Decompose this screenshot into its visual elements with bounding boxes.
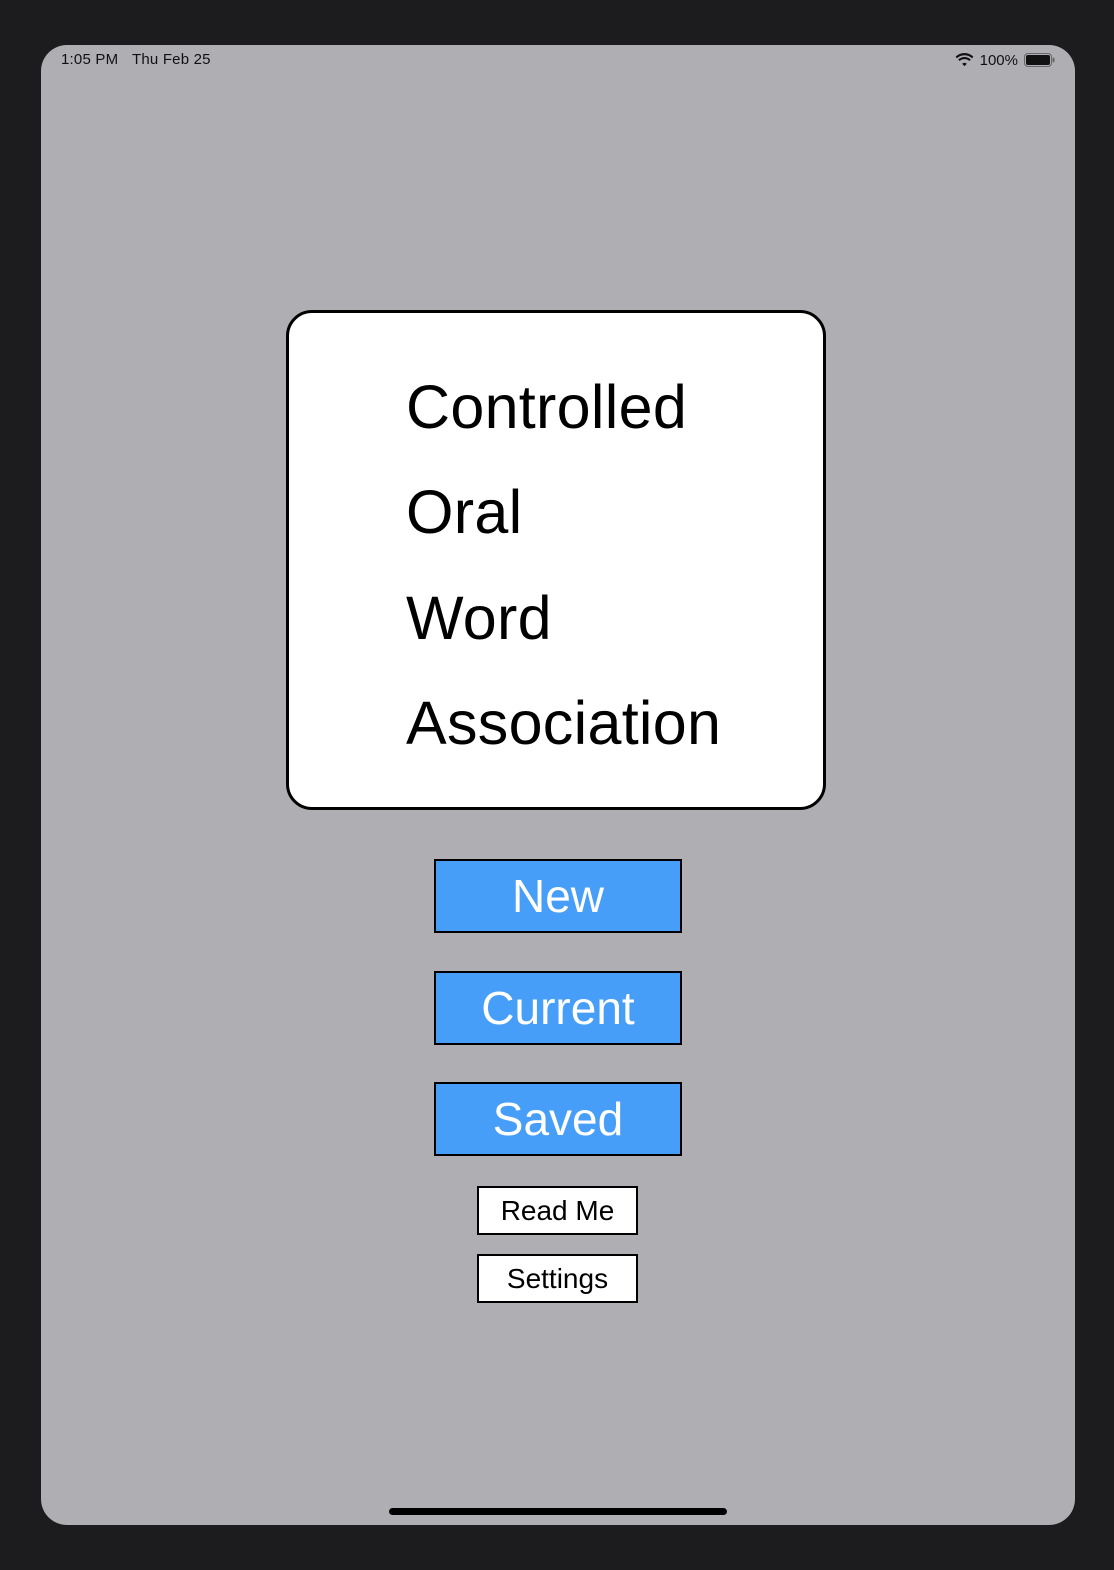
status-date: Thu Feb 25 [132, 51, 211, 68]
new-button[interactable]: New [434, 859, 682, 933]
current-button[interactable]: Current [434, 971, 682, 1045]
battery-percent: 100% [979, 51, 1018, 69]
settings-button[interactable]: Settings [477, 1254, 638, 1303]
title-line-association: Association [406, 689, 722, 757]
home-indicator[interactable] [389, 1508, 727, 1515]
status-indicators: 100% [955, 50, 1055, 70]
status-time: 1:05 PM [61, 51, 119, 68]
saved-button[interactable]: Saved [434, 1082, 682, 1156]
battery-icon [1024, 53, 1055, 67]
app-screen: 1:05 PM Thu Feb 25 100% Controlled Oral … [41, 45, 1075, 1525]
read-me-button[interactable]: Read Me [477, 1186, 638, 1235]
title-line-oral: Oral [406, 478, 523, 546]
title-card: Controlled Oral Word Association [286, 310, 826, 810]
title-line-word: Word [406, 584, 552, 652]
status-bar: 1:05 PM Thu Feb 25 100% [41, 45, 1075, 75]
wifi-icon [955, 53, 974, 67]
title-line-controlled: Controlled [406, 373, 688, 441]
